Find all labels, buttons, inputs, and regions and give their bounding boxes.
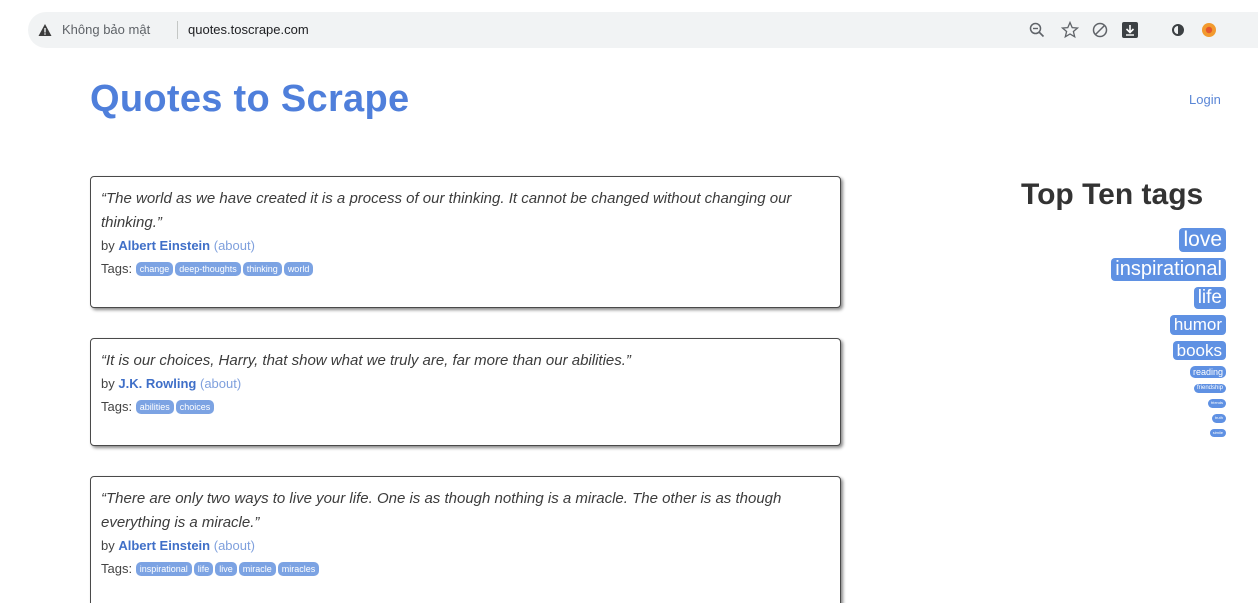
top-tag-books[interactable]: books (1172, 340, 1226, 361)
quote-card: “There are only two ways to live your li… (90, 476, 841, 603)
top-tag-love[interactable]: love (1179, 228, 1226, 253)
tag-link[interactable]: world (283, 262, 314, 276)
url-text[interactable]: quotes.toscrape.com (188, 22, 309, 37)
tags-label: Tags: (101, 561, 133, 576)
tag-link[interactable]: deep-thoughts (175, 262, 241, 276)
top-tags-title: Top Ten tags (1021, 178, 1204, 211)
quote-attribution: by J.K. Rowling (about) (101, 376, 830, 391)
quote-text: “The world as we have created it is a pr… (101, 190, 792, 231)
author-name: Albert Einstein (118, 238, 211, 253)
tag-link[interactable]: life (193, 562, 214, 576)
top-tags-list: love inspirational life humor books read… (1111, 228, 1226, 443)
quote-text: “There are only two ways to live your li… (101, 490, 782, 531)
tag-link[interactable]: change (135, 262, 174, 276)
security-label[interactable]: Không bảo mật (62, 22, 150, 37)
quote-tags: Tags: abilities choices (101, 399, 830, 414)
extension-icon[interactable] (1200, 21, 1218, 39)
about-link[interactable]: (about) (200, 376, 241, 391)
circle-icon[interactable] (1169, 21, 1187, 39)
tag-link[interactable]: inspirational (135, 562, 192, 576)
tag-link[interactable]: choices (175, 400, 215, 414)
by-label: by (101, 538, 115, 553)
top-tag-friends[interactable]: friends (1207, 399, 1226, 408)
top-tag-reading[interactable]: reading (1189, 366, 1226, 379)
about-link[interactable]: (about) (214, 538, 255, 553)
top-tag-humor[interactable]: humor (1169, 314, 1226, 335)
quote-text: “It is our choices, Harry, that show wha… (101, 352, 631, 369)
quote-card: “The world as we have created it is a pr… (90, 176, 841, 308)
address-bar[interactable]: Không bảo mật quotes.toscrape.com (28, 12, 1258, 48)
top-tag-friendship[interactable]: friendship (1193, 384, 1226, 394)
tag-link[interactable]: thinking (242, 262, 282, 276)
zoom-out-icon[interactable] (1028, 21, 1046, 39)
top-tag-simile[interactable]: simile (1209, 428, 1226, 438)
url-separator (177, 21, 178, 39)
tag-link[interactable]: miracles (277, 562, 320, 576)
author-name: J.K. Rowling (118, 376, 197, 391)
about-link[interactable]: (about) (214, 238, 255, 253)
by-label: by (101, 238, 115, 253)
top-tag-inspirational[interactable]: inspirational (1111, 258, 1226, 282)
login-link[interactable]: Login (1189, 92, 1221, 107)
author-name: Albert Einstein (118, 538, 211, 553)
quote-attribution: by Albert Einstein (about) (101, 538, 830, 553)
quote-attribution: by Albert Einstein (about) (101, 238, 830, 253)
top-tag-life[interactable]: life (1193, 287, 1226, 309)
warning-icon[interactable] (38, 23, 52, 37)
shield-icon[interactable] (1091, 21, 1109, 39)
quote-tags: Tags: change deep-thoughts thinking world (101, 261, 830, 276)
download-icon[interactable] (1121, 21, 1139, 39)
top-tag-truth[interactable]: truth (1211, 413, 1226, 423)
quote-tags: Tags: inspirational life live miracle miracl… (101, 561, 830, 576)
tags-label: Tags: (101, 261, 133, 276)
browser-toolbar: Không bảo mật quotes.toscrape.com (0, 0, 1258, 62)
tag-link[interactable]: abilities (135, 400, 174, 414)
site-title[interactable]: Quotes to Scrape (90, 78, 409, 121)
quote-card: “It is our choices, Harry, that show wha… (90, 338, 841, 446)
tags-label: Tags: (101, 399, 133, 414)
by-label: by (101, 376, 115, 391)
tag-link[interactable]: live (215, 562, 237, 576)
star-icon[interactable] (1061, 21, 1079, 39)
tag-link[interactable]: miracle (238, 562, 276, 576)
